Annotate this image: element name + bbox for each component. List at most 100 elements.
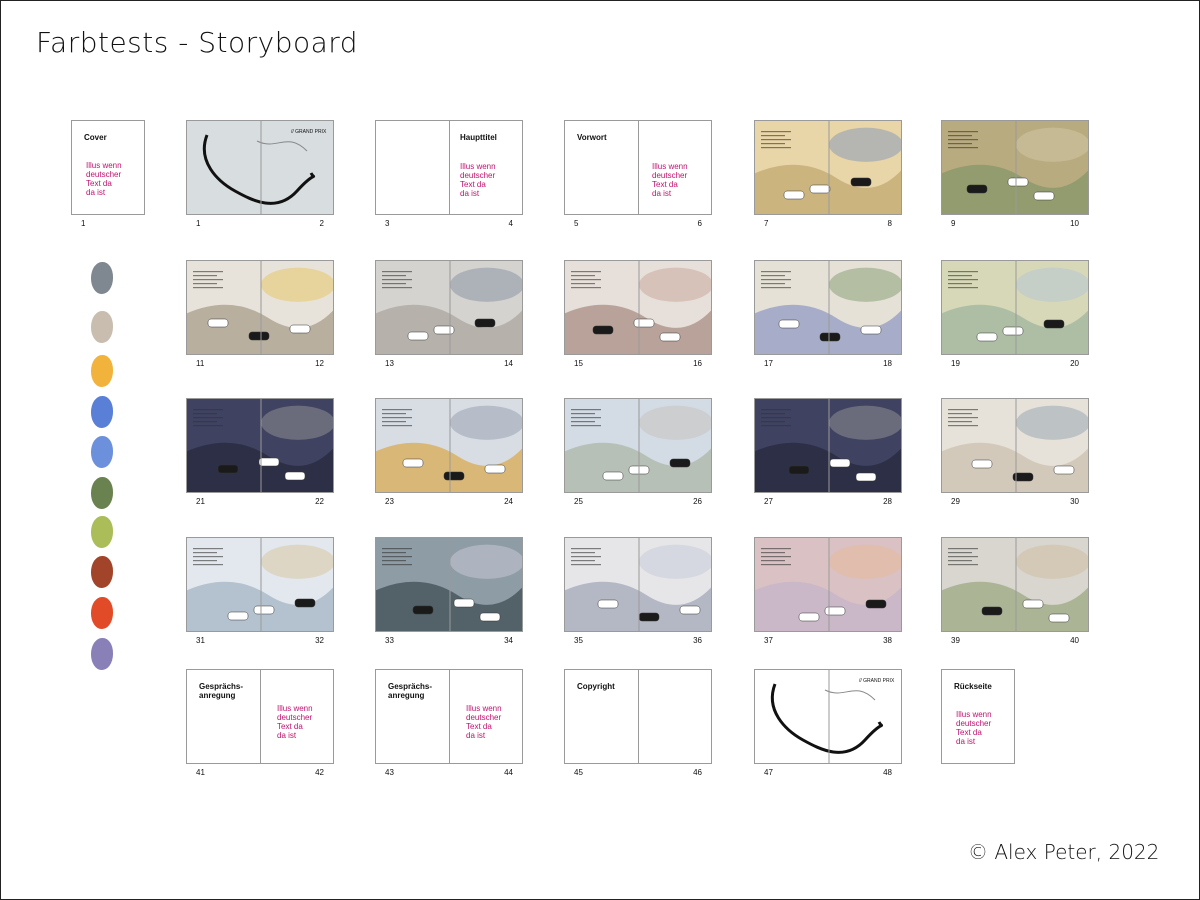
storyboard-spread-s31 — [186, 537, 334, 632]
page-number: 8 — [887, 219, 892, 228]
illustration-note: Illus wenn deutscher Text da da ist — [277, 704, 313, 740]
spread-spine — [449, 121, 450, 214]
spread-illustration — [565, 538, 711, 631]
page-number: 42 — [315, 768, 324, 777]
page-title: Farbtests - Storyboard — [36, 26, 359, 59]
page-number: 12 — [315, 359, 324, 368]
color-swatch — [91, 262, 113, 294]
spread-title: Copyright — [577, 682, 615, 691]
page-number: 38 — [883, 636, 892, 645]
color-swatch — [91, 355, 113, 387]
page-number: 47 — [764, 768, 773, 777]
copyright-text: © Alex Peter, 2022 — [968, 840, 1160, 864]
page-number: 1 — [196, 219, 201, 228]
spread-illustration — [755, 121, 901, 214]
page-number: 2 — [319, 219, 324, 228]
spread-illustration — [187, 261, 333, 354]
page-number: 30 — [1070, 497, 1079, 506]
illustration-note: Illus wenn deutscher Text da da ist — [86, 161, 122, 197]
page-number: 17 — [764, 359, 773, 368]
spread-illustration — [376, 538, 522, 631]
page-number: 48 — [883, 768, 892, 777]
spread-illustration — [942, 538, 1088, 631]
spread-illustration — [565, 261, 711, 354]
storyboard-spread-s3: Haupttitel Illus wenn deutscher Text da d… — [375, 120, 523, 215]
page-number: 9 — [951, 219, 956, 228]
page-number: 37 — [764, 636, 773, 645]
storyboard-spread-s1: // GRAND PRIX — [186, 120, 334, 215]
page-number: 36 — [693, 636, 702, 645]
page-number: 24 — [504, 497, 513, 506]
storyboard-spread-s43: Gesprächs- anregung Illus wenn deutscher … — [375, 669, 523, 764]
page-number: 41 — [196, 768, 205, 777]
spread-title: Rückseite — [954, 682, 992, 691]
spread-illustration — [942, 399, 1088, 492]
spread-illustration — [187, 538, 333, 631]
spread-illustration — [755, 399, 901, 492]
storyboard-spread-s13 — [375, 260, 523, 355]
storyboard-spread-s19 — [941, 260, 1089, 355]
page-number: 4 — [508, 219, 513, 228]
storyboard-spread-s11 — [186, 260, 334, 355]
storyboard-spread-s7 — [754, 120, 902, 215]
illustration-note: Illus wenn deutscher Text da da ist — [460, 162, 496, 198]
page-number: 28 — [883, 497, 892, 506]
page-number: 10 — [1070, 219, 1079, 228]
spread-spine — [638, 670, 639, 763]
illustration-note: Illus wenn deutscher Text da da ist — [466, 704, 502, 740]
page-number: 11 — [196, 359, 205, 368]
page-number: 25 — [574, 497, 583, 506]
spread-illustration — [755, 261, 901, 354]
spread-illustration — [565, 399, 711, 492]
spread-title: Cover — [84, 133, 107, 142]
storyboard-spread-s37 — [754, 537, 902, 632]
grand-prix-label: // GRAND PRIX — [291, 129, 327, 135]
page-number: 46 — [693, 768, 702, 777]
page-number: 39 — [951, 636, 960, 645]
storyboard-spread-s9 — [941, 120, 1089, 215]
page-number: 19 — [951, 359, 960, 368]
spread-illustration — [755, 538, 901, 631]
page-number: 35 — [574, 636, 583, 645]
storyboard-spread-s23 — [375, 398, 523, 493]
grand-prix-label: // GRAND PRIX — [859, 678, 895, 684]
illustration-note: Illus wenn deutscher Text da da ist — [652, 162, 688, 198]
color-swatch — [91, 436, 113, 468]
page-number: 29 — [951, 497, 960, 506]
color-swatch — [91, 638, 113, 670]
storyboard-spread-s29 — [941, 398, 1089, 493]
page-number: 1 — [81, 219, 86, 228]
spread-title: Vorwort — [577, 133, 607, 142]
spread-spine — [260, 670, 261, 763]
page-number: 7 — [764, 219, 769, 228]
storyboard-spread-s45: Copyright — [564, 669, 712, 764]
color-swatch — [91, 311, 113, 343]
storyboard-spread-s21 — [186, 398, 334, 493]
page-number: 33 — [385, 636, 394, 645]
page-number: 40 — [1070, 636, 1079, 645]
storyboard-spread-s15 — [564, 260, 712, 355]
spread-illustration — [942, 121, 1088, 214]
storyboard-spread-s5: Vorwort Illus wenn deutscher Text da da i… — [564, 120, 712, 215]
spread-illustration — [187, 399, 333, 492]
page-number: 14 — [504, 359, 513, 368]
page-number: 23 — [385, 497, 394, 506]
spread-title: Haupttitel — [460, 133, 497, 142]
page-number: 3 — [385, 219, 390, 228]
storyboard-spread-s39 — [941, 537, 1089, 632]
color-swatch — [91, 396, 113, 428]
page-number: 22 — [315, 497, 324, 506]
storyboard-spread-s35 — [564, 537, 712, 632]
page-number: 16 — [693, 359, 702, 368]
page-number: 20 — [1070, 359, 1079, 368]
page-number: 18 — [883, 359, 892, 368]
spread-title: Gesprächs- anregung — [388, 682, 433, 700]
spread-illustration — [376, 399, 522, 492]
storyboard-spread-s25 — [564, 398, 712, 493]
spread-illustration: // GRAND PRIX — [755, 670, 901, 763]
color-swatch — [91, 477, 113, 509]
storyboard-spread-s47: // GRAND PRIX — [754, 669, 902, 764]
spread-illustration — [942, 261, 1088, 354]
storyboard-spread-s17 — [754, 260, 902, 355]
spread-spine — [449, 670, 450, 763]
